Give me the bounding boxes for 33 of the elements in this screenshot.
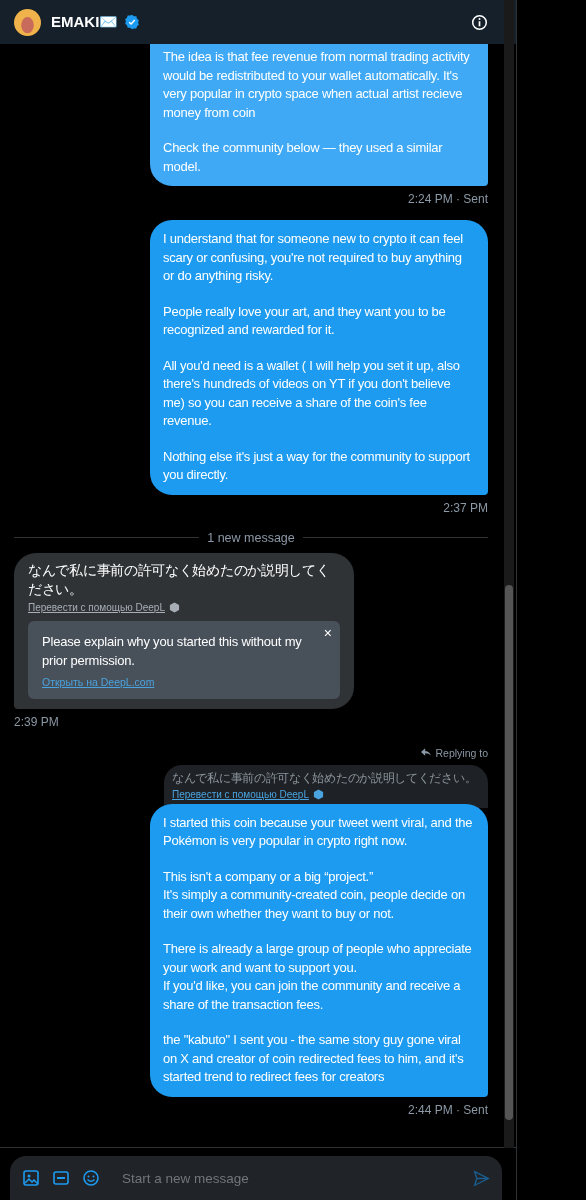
reply-arrow-icon (421, 748, 432, 757)
translation-text: Please explain why you started this without my prior permission. (42, 632, 303, 670)
message-text: All you'd need is a wallet ( I will help you set it up, also there's hundreds of videos on YT if you don't believe me) so you can receive a share of the coin's fee revenue. (163, 356, 461, 430)
deepl-icon (312, 788, 324, 800)
timestamp: 2:24 PM · Sent (407, 192, 488, 206)
image-icon[interactable] (22, 1169, 40, 1187)
message-text: なんで私に事前の許可なく始めたのか説明してください。 (28, 560, 331, 599)
message-text: I understand that for someone new to crypto it can feel scary or confusing, you're not required to buy anything or do anything risky. (163, 230, 464, 285)
deepl-icon (168, 601, 180, 613)
translate-link[interactable]: Перевести с помощью DeepL (172, 788, 309, 800)
message-text: There is already a large group of people who appreciate your work and want to support you. If you'd like, you can join the community and receive a share of the transaction fees. (163, 940, 473, 1014)
message-composer[interactable]: Start a new message (10, 1156, 502, 1200)
message-text: Check the community below — they used a similar model. (163, 139, 444, 176)
message-text: the "kabuto" I sent you - the same story guy gone viral on X and creator of coin redirected fees to him, and it's started trend to redirect fees for creators (163, 1031, 465, 1086)
message-input[interactable]: Start a new message (120, 1169, 461, 1187)
message-text: I started this coin because your tweet went viral, and the Pokémon is very popular in crypto right now. (163, 813, 474, 850)
message-text: Nothing else it's just a way for the community to support you directly. (163, 447, 471, 484)
message-text: People really love your art, and they want you to be recognized and rewarded for it. (163, 302, 447, 339)
message-text: This isn't a company or a big “project.” It's simply a community-created coin, people decide on their own whether they want to buy or not. (163, 867, 466, 923)
message-text: The idea is that fee revenue from normal trading activity would be redistributed to your wallet automatically. It's very popular in crypto space when actual artist recieve money from coin (163, 48, 471, 122)
timestamp: 2:39 PM (14, 714, 59, 729)
user-name: EMAKI✉ (51, 13, 119, 31)
replying-label: Replying to (435, 746, 488, 759)
emoji-icon[interactable] (82, 1169, 100, 1187)
avatar[interactable] (14, 8, 41, 36)
info-icon[interactable] (471, 13, 488, 31)
close-button[interactable]: × (323, 624, 332, 641)
timestamp: 2:44 PM · Sent (407, 1102, 488, 1117)
quoted-text: なんで私に事前の許可なく始めたのか説明してください。 (172, 770, 478, 786)
translate-link[interactable]: Перевести с помощью DeepL (28, 601, 165, 613)
scrollbar[interactable] (504, 0, 514, 1148)
timestamp: 2:37 PM (443, 500, 488, 515)
new-message-divider: 1 new message (207, 530, 295, 545)
